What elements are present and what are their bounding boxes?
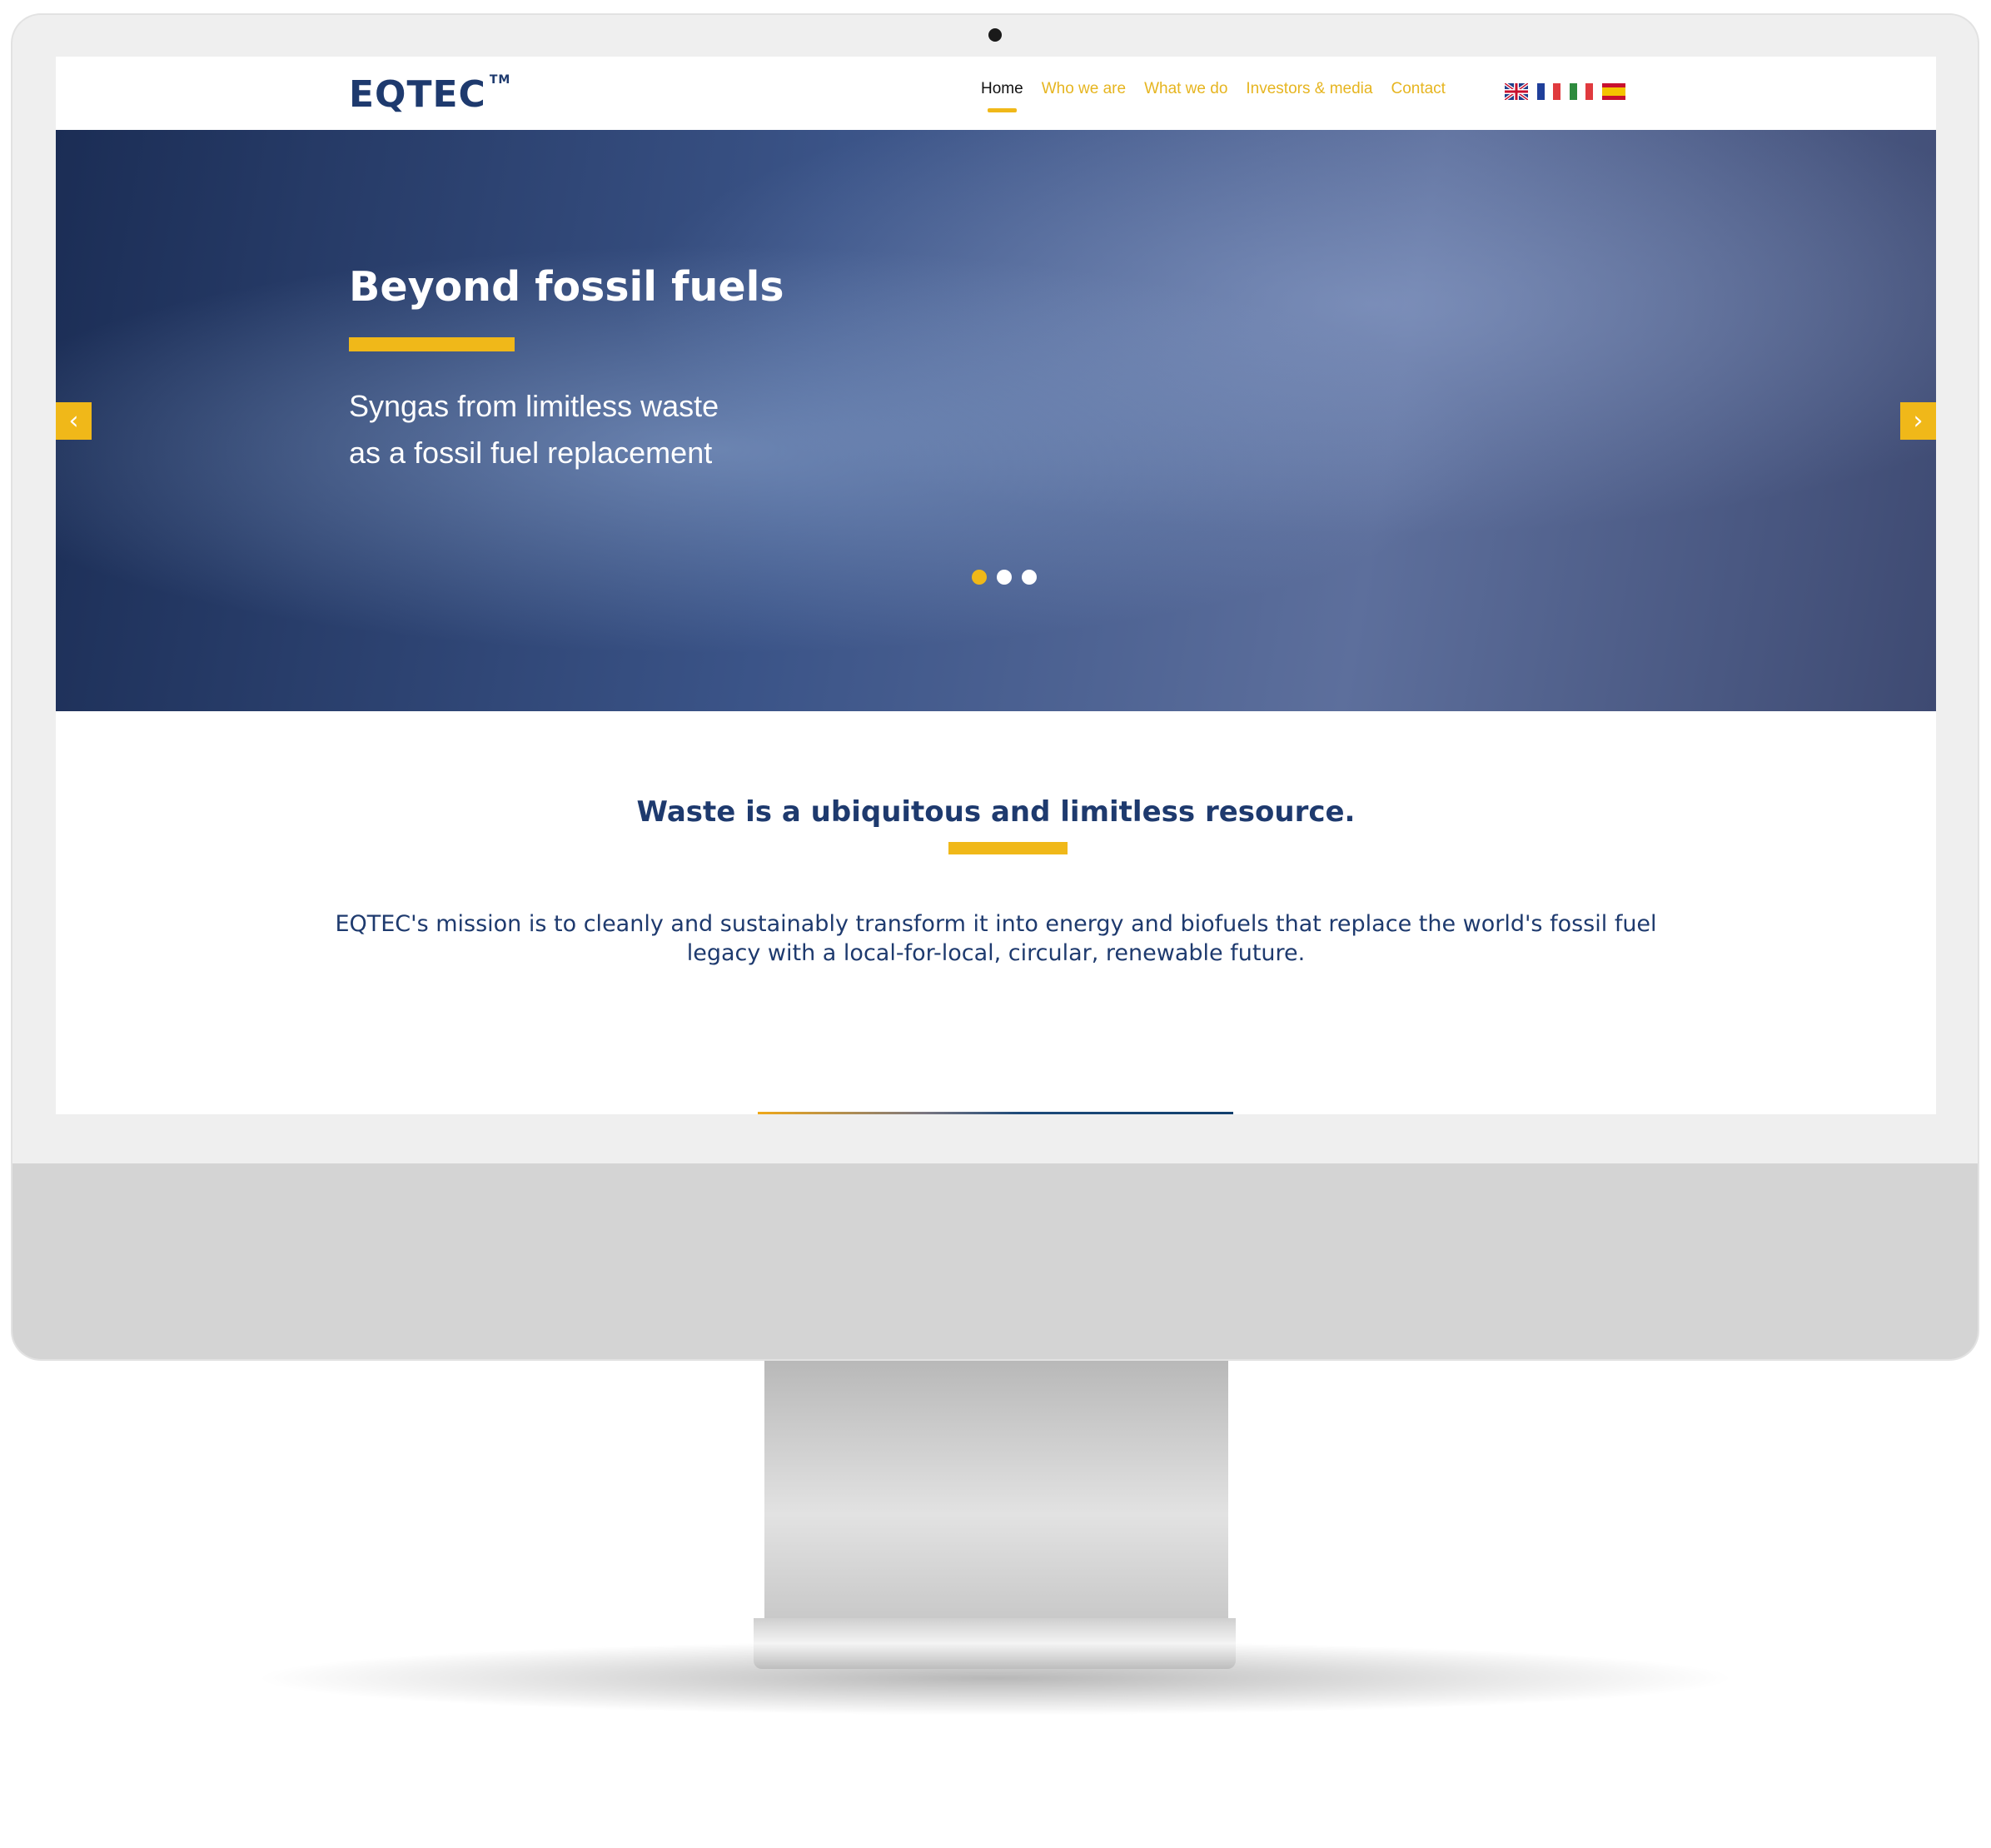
- slider-dots: [972, 570, 1037, 585]
- slide-dot-1[interactable]: [972, 570, 987, 585]
- nav-contact[interactable]: Contact: [1391, 80, 1445, 98]
- chevron-right-icon: ›: [1913, 406, 1924, 436]
- nav-home[interactable]: Home: [981, 80, 1023, 112]
- next-slide-button[interactable]: ›: [1900, 402, 1936, 440]
- next-section-image: [758, 1112, 1233, 1114]
- slide-dot-2[interactable]: [997, 570, 1012, 585]
- eqtec-logo[interactable]: EQTEC TM: [349, 73, 510, 116]
- logo-text: EQTEC: [349, 73, 486, 116]
- hero-subtitle: Syngas from limitless waste as a fossil f…: [349, 383, 719, 476]
- site-header: EQTEC TM Home Who we are What we do Inves…: [56, 57, 1936, 130]
- language-selector: [1505, 83, 1625, 100]
- trademark: TM: [489, 73, 511, 87]
- hero-slider: Beyond fossil fuels Syngas from limitles…: [56, 130, 1936, 711]
- spanish-flag-icon[interactable]: [1602, 83, 1625, 100]
- website-screen: EQTEC TM Home Who we are What we do Inves…: [56, 57, 1936, 1114]
- subtitle-line-2: as a fossil fuel replacement: [349, 436, 713, 470]
- monitor: EQTEC TM Home Who we are What we do Inves…: [12, 15, 1978, 1359]
- nav-who-we-are[interactable]: Who we are: [1042, 80, 1126, 98]
- monitor-base: [754, 1618, 1236, 1669]
- intro-accent-bar: [948, 842, 1068, 854]
- hero-title: Beyond fossil fuels: [349, 263, 784, 311]
- monitor-chin: [12, 1163, 1978, 1359]
- camera: [988, 28, 1002, 42]
- prev-slide-button[interactable]: ‹: [56, 402, 92, 440]
- french-flag-icon[interactable]: [1537, 83, 1560, 100]
- monitor-stand: [764, 1359, 1228, 1618]
- nav-investors-media[interactable]: Investors & media: [1246, 80, 1372, 98]
- slide-dot-3[interactable]: [1022, 570, 1037, 585]
- italian-flag-icon[interactable]: [1570, 83, 1593, 100]
- intro-text: EQTEC's mission is to cleanly and sustai…: [335, 911, 1657, 966]
- main-nav: Home Who we are What we do Investors & m…: [981, 80, 1446, 112]
- nav-what-we-do[interactable]: What we do: [1144, 80, 1227, 98]
- hero-accent-bar: [349, 337, 515, 351]
- subtitle-line-1: Syngas from limitless waste: [349, 389, 719, 423]
- english-flag-icon[interactable]: [1505, 83, 1528, 100]
- intro-heading: Waste is a ubiquitous and limitless reso…: [636, 795, 1356, 829]
- chevron-left-icon: ‹: [68, 406, 79, 436]
